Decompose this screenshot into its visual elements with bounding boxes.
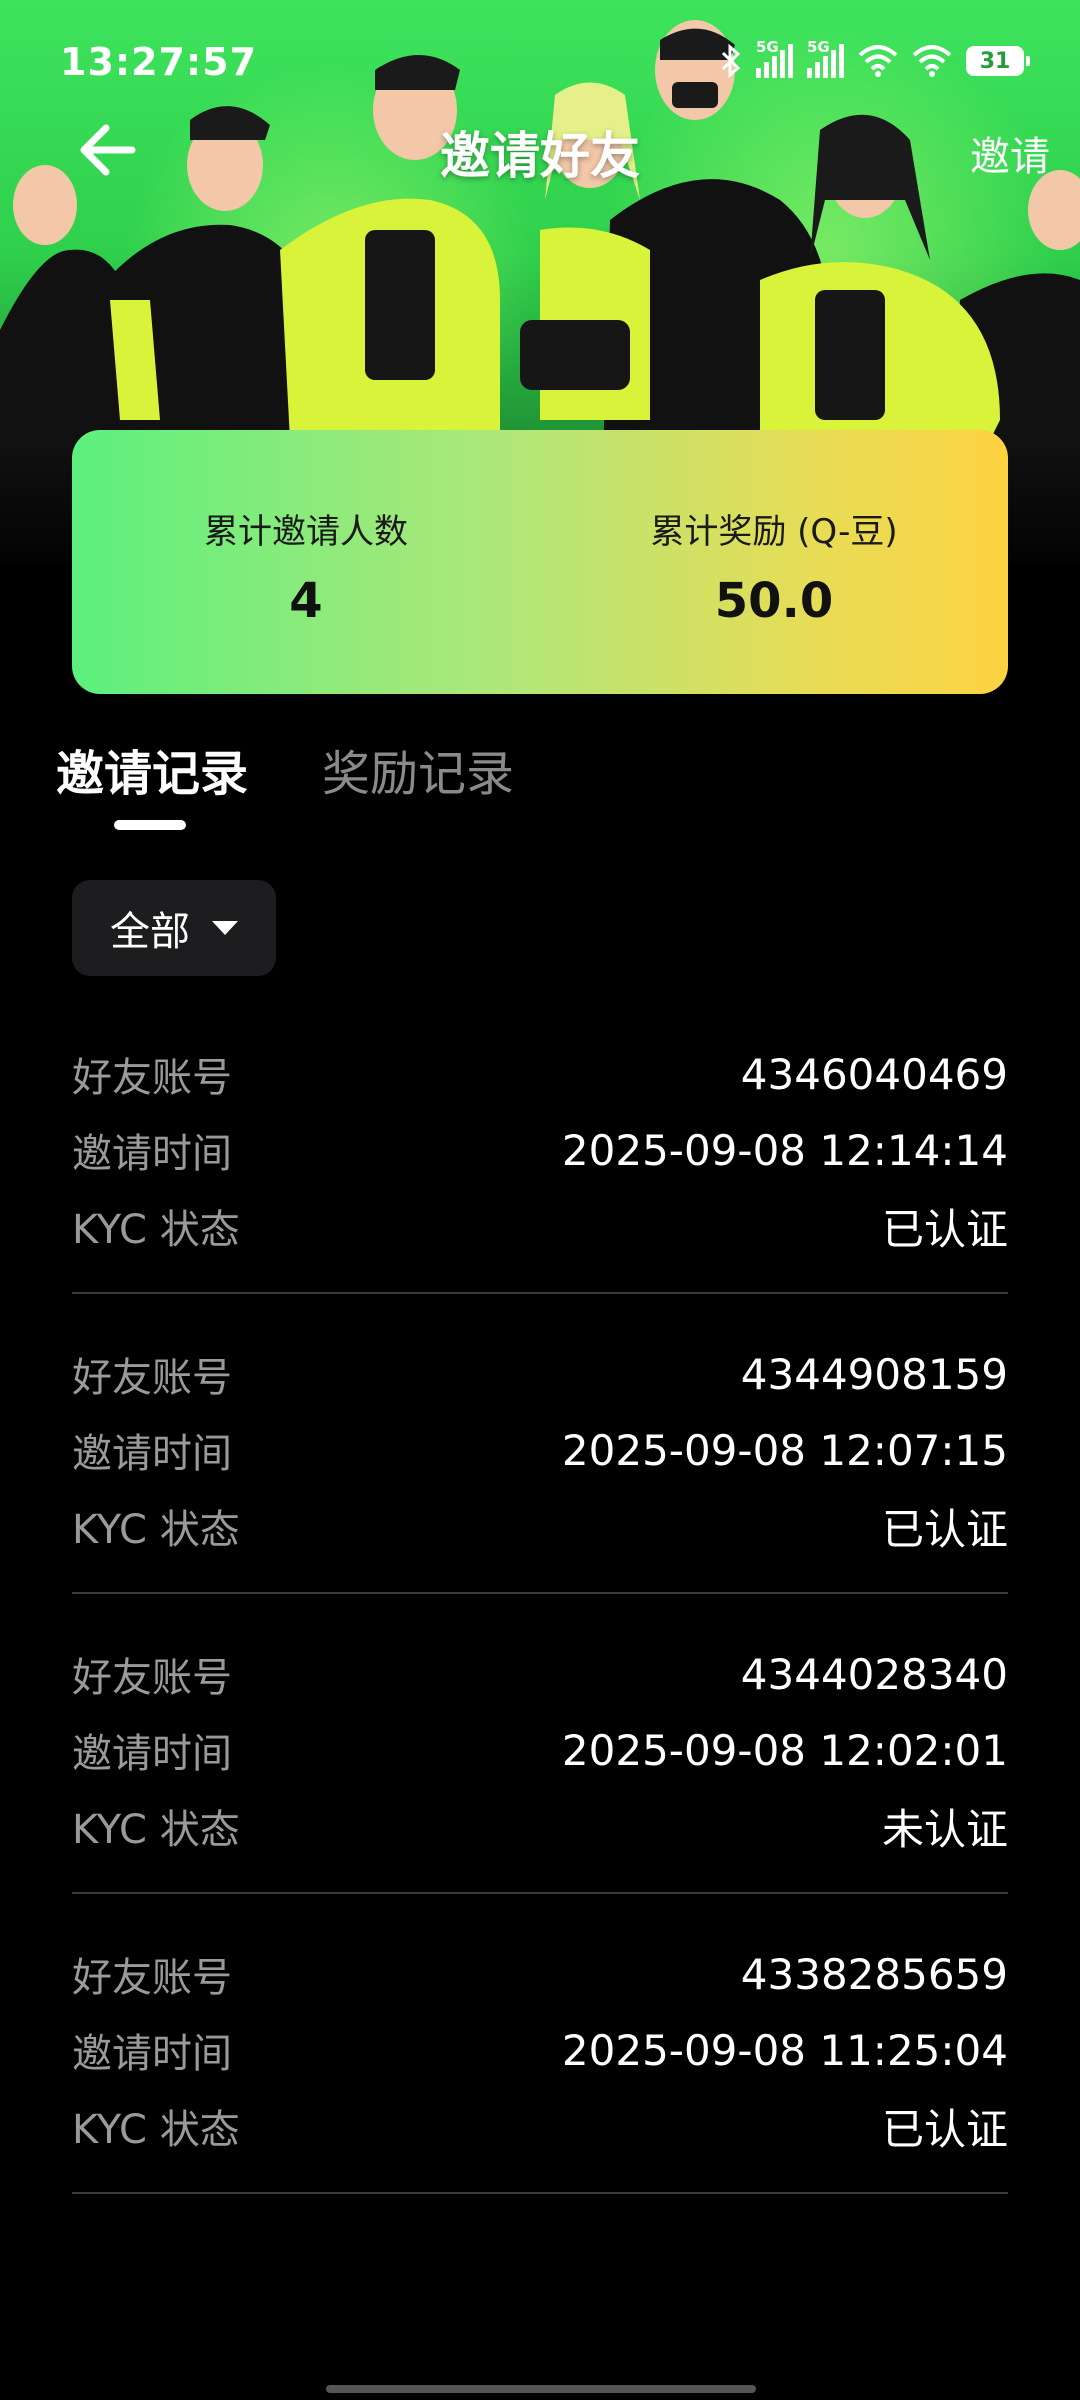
account-label: 好友账号 (72, 1955, 232, 2001)
status-filter-dropdown[interactable]: 全部 (72, 880, 276, 976)
list-item: 好友账号 4344028340 邀请时间 2025-09-08 12:02:01 K… (72, 1636, 1008, 1894)
kyc-value: 未认证 (881, 1804, 1008, 1854)
time-label: 邀请时间 (72, 1131, 232, 1177)
signal-icon-sim2: 5G (807, 38, 844, 78)
stat-value: 50.0 (714, 573, 834, 629)
status-icons: 5G 5G 31 (720, 38, 1030, 78)
kyc-value: 已认证 (881, 1504, 1008, 1554)
tab-reward-records[interactable]: 奖励记录 (322, 734, 514, 830)
battery-level: 31 (979, 48, 1011, 74)
time-label: 邀请时间 (72, 2031, 232, 2077)
account-value: 4344908159 (740, 1349, 1008, 1399)
kyc-value: 已认证 (881, 2104, 1008, 2154)
kyc-value: 已认证 (881, 1204, 1008, 1254)
kyc-label: KYC 状态 (72, 1207, 240, 1253)
kyc-label: KYC 状态 (72, 1507, 240, 1553)
stats-card: 累计邀请人数 4 累计奖励 (Q-豆) 50.0 (72, 430, 1008, 694)
list-item: 好友账号 4344908159 邀请时间 2025-09-08 12:07:15 K… (72, 1336, 1008, 1594)
signal-icon-sim1: 5G (756, 38, 793, 78)
account-label: 好友账号 (72, 1055, 232, 1101)
tab-active-indicator (114, 820, 186, 830)
top-nav: 邀请好友 邀请 (0, 110, 1080, 190)
network-type-label: 5G (756, 38, 779, 56)
stat-value: 4 (289, 573, 323, 629)
invite-record-list: 好友账号 4346040469 邀请时间 2025-09-08 12:14:14 K… (72, 1036, 1008, 2236)
tab-label: 奖励记录 (322, 746, 515, 802)
stat-invite-count: 累计邀请人数 4 (72, 430, 540, 694)
account-label: 好友账号 (72, 1655, 232, 1701)
account-label: 好友账号 (72, 1355, 232, 1401)
wifi-icon-secondary (912, 45, 952, 77)
account-value: 4344028340 (740, 1649, 1008, 1699)
time-label: 邀请时间 (72, 1431, 232, 1477)
stat-reward: 累计奖励 (Q-豆) 50.0 (540, 430, 1008, 694)
filter-selected-value: 全部 (110, 909, 190, 955)
time-value: 2025-09-08 11:25:04 (561, 2025, 1008, 2075)
home-indicator[interactable] (326, 2385, 756, 2393)
wifi-icon (858, 45, 898, 77)
stat-label: 累计邀请人数 (204, 512, 408, 552)
time-label: 邀请时间 (72, 1731, 232, 1777)
kyc-label: KYC 状态 (72, 1807, 240, 1853)
status-time: 13:27:57 (60, 40, 258, 84)
record-tabs: 邀请记录 奖励记录 (56, 734, 514, 830)
time-value: 2025-09-08 12:07:15 (561, 1425, 1008, 1475)
account-value: 4338285659 (740, 1949, 1008, 1999)
time-value: 2025-09-08 12:02:01 (561, 1725, 1008, 1775)
battery-icon: 31 (966, 46, 1030, 76)
list-item: 好友账号 4346040469 邀请时间 2025-09-08 12:14:14 K… (72, 1036, 1008, 1294)
kyc-label: KYC 状态 (72, 2107, 240, 2153)
caret-down-icon (212, 921, 238, 935)
bluetooth-icon (721, 44, 741, 78)
stat-label: 累计奖励 (Q-豆) (650, 512, 898, 552)
page-title: 邀请好友 (440, 127, 640, 185)
account-value: 4346040469 (740, 1049, 1008, 1099)
list-item: 好友账号 4338285659 邀请时间 2025-09-08 11:25:04 K… (72, 1936, 1008, 2194)
invite-button[interactable]: 邀请 (970, 124, 1050, 182)
time-value: 2025-09-08 12:14:14 (561, 1125, 1008, 1175)
network-type-label: 5G (807, 38, 830, 56)
tab-label: 邀请记录 (56, 746, 249, 802)
tab-invite-records[interactable]: 邀请记录 (56, 734, 248, 830)
